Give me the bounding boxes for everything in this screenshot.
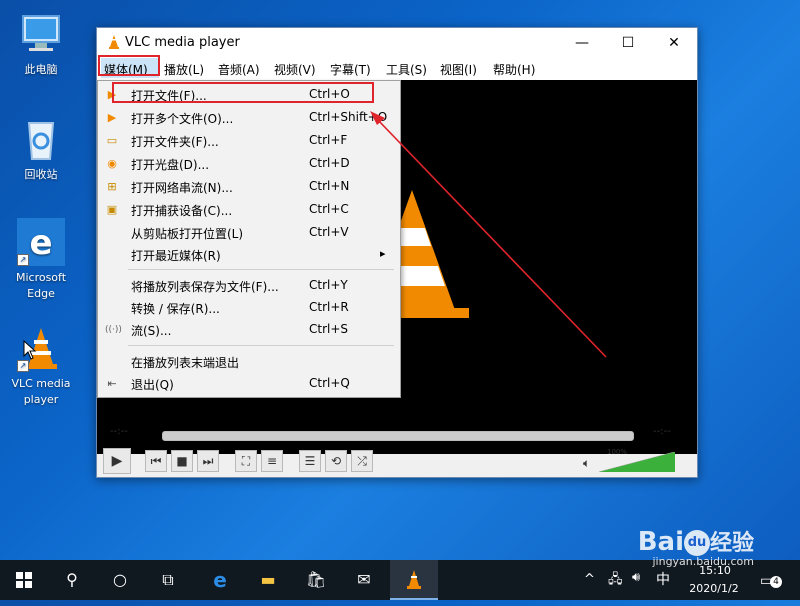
start-button[interactable] <box>0 560 48 600</box>
taskbar-store[interactable]: 🛍︎ <box>292 560 340 600</box>
task-view-button[interactable]: ⧉ <box>144 560 192 600</box>
baidu-paw-icon: du <box>683 529 710 556</box>
action-center-button[interactable]: ▭ 4 <box>760 570 782 590</box>
folder-icon: ▬ <box>260 570 276 589</box>
clock-date[interactable]: 2020/1/2 <box>686 582 742 595</box>
vlc-cone-icon <box>407 570 421 589</box>
windows-logo-icon <box>16 572 32 588</box>
taskbar-file-explorer[interactable]: ▬ <box>244 560 292 600</box>
watermark-suffix: 经验 <box>709 531 754 556</box>
search-button[interactable]: ⚲ <box>48 560 96 600</box>
task-view-icon: ⧉ <box>162 570 174 589</box>
cortana-circle-icon: ○ <box>113 570 127 589</box>
annotation-arrow <box>370 111 607 358</box>
store-bag-icon: 🛍︎ <box>305 570 327 589</box>
ime-indicator[interactable]: 中 <box>656 569 670 589</box>
network-icon[interactable]: 🖧︎ <box>608 570 623 592</box>
search-icon: ⚲ <box>66 570 78 589</box>
mail-icon: ✉ <box>357 570 371 589</box>
baidu-jingyan-watermark: Bai du 经验 jingyan.baidu.com <box>638 525 754 568</box>
edge-icon: e <box>213 568 227 592</box>
cortana-button[interactable]: ○ <box>96 560 144 600</box>
notification-count: 4 <box>770 576 782 588</box>
volume-tray-icon[interactable]: 🔊︎ <box>632 570 640 585</box>
show-hidden-icons-chevron-icon[interactable]: ^ <box>584 572 595 587</box>
watermark-brand: Bai <box>637 527 684 557</box>
taskbar-edge[interactable]: e <box>196 560 244 600</box>
taskbar-mail[interactable]: ✉ <box>340 560 388 600</box>
taskbar-vlc[interactable] <box>390 560 438 600</box>
watermark-url: jingyan.baidu.com <box>652 555 754 568</box>
